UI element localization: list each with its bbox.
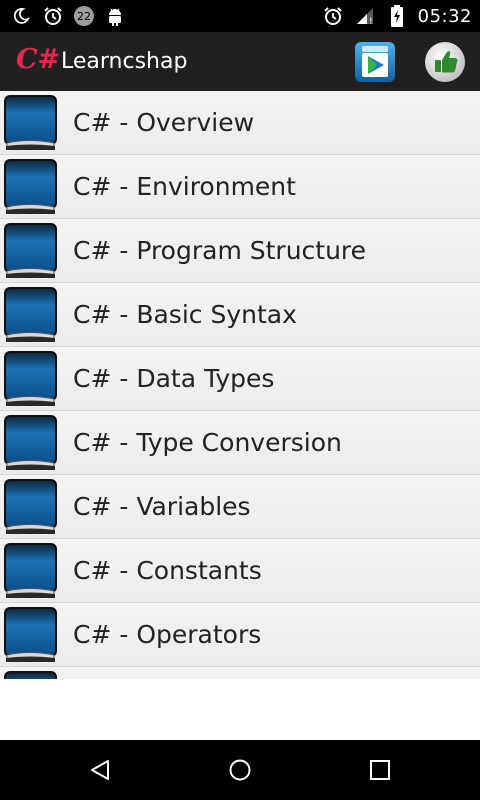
list-item-label: C# - Basic Syntax [73, 300, 297, 329]
battery-charging-icon [386, 5, 408, 27]
list-item-label: C# - Variables [73, 492, 251, 521]
app-title: Learncshap [61, 49, 188, 74]
list-item[interactable]: C# - Variables [0, 475, 480, 539]
status-bar-left: 22 [10, 0, 126, 32]
book-icon [2, 94, 59, 151]
like-button[interactable] [424, 41, 466, 83]
list-item-partial[interactable] [0, 667, 480, 679]
book-icon [2, 542, 59, 599]
clock: 05:32 [417, 5, 472, 27]
list-item[interactable]: C# - Program Structure [0, 219, 480, 283]
book-icon [2, 350, 59, 407]
notification-count-badge: 22 [74, 6, 94, 26]
app-bar: C# Learncshap [0, 32, 480, 91]
list-item-label: C# - Program Structure [73, 236, 367, 265]
topic-list[interactable]: C# - Overview C# - Environment C# - Prog… [0, 91, 480, 679]
alarm-icon [322, 5, 344, 27]
list-item[interactable]: C# - Data Types [0, 347, 480, 411]
list-item[interactable]: C# - Operators [0, 603, 480, 667]
status-bar-right: ! 05:32 [322, 0, 472, 32]
list-item[interactable]: C# - Constants [0, 539, 480, 603]
book-icon [2, 414, 59, 471]
book-icon [2, 670, 59, 679]
status-bar: 22 ! 05:32 [0, 0, 480, 32]
empty-area [0, 679, 480, 740]
signal-icon: ! [354, 5, 376, 27]
list-item-label: C# - Operators [73, 620, 262, 649]
svg-text:!: ! [369, 17, 373, 26]
list-item[interactable]: C# - Basic Syntax [0, 283, 480, 347]
alarm-icon [42, 5, 64, 27]
book-icon [2, 286, 59, 343]
play-store-button[interactable] [354, 41, 396, 83]
list-item-label: C# - Overview [73, 108, 255, 137]
list-item-label: C# - Data Types [73, 364, 275, 393]
book-icon [2, 158, 59, 215]
back-triangle-icon [91, 760, 109, 780]
home-circle-icon [229, 759, 251, 781]
back-button[interactable] [88, 758, 112, 782]
book-icon [2, 478, 59, 535]
home-button[interactable] [228, 758, 252, 782]
book-icon [2, 606, 59, 663]
play-store-icon [355, 42, 395, 82]
thumbs-up-icon [425, 42, 465, 82]
moon-crescent-icon [10, 5, 32, 27]
list-item-label: C# - Type Conversion [73, 428, 342, 457]
list-item[interactable]: C# - Environment [0, 155, 480, 219]
navigation-bar [0, 740, 480, 800]
android-icon [104, 5, 126, 27]
list-item-label: C# - Environment [73, 172, 296, 201]
recent-square-icon [370, 760, 390, 780]
list-item-label: C# - Constants [73, 556, 262, 585]
app-logo: C# [16, 44, 61, 75]
recent-apps-button[interactable] [369, 759, 391, 781]
list-item[interactable]: C# - Type Conversion [0, 411, 480, 475]
book-icon [2, 222, 59, 279]
list-item[interactable]: C# - Overview [0, 91, 480, 155]
